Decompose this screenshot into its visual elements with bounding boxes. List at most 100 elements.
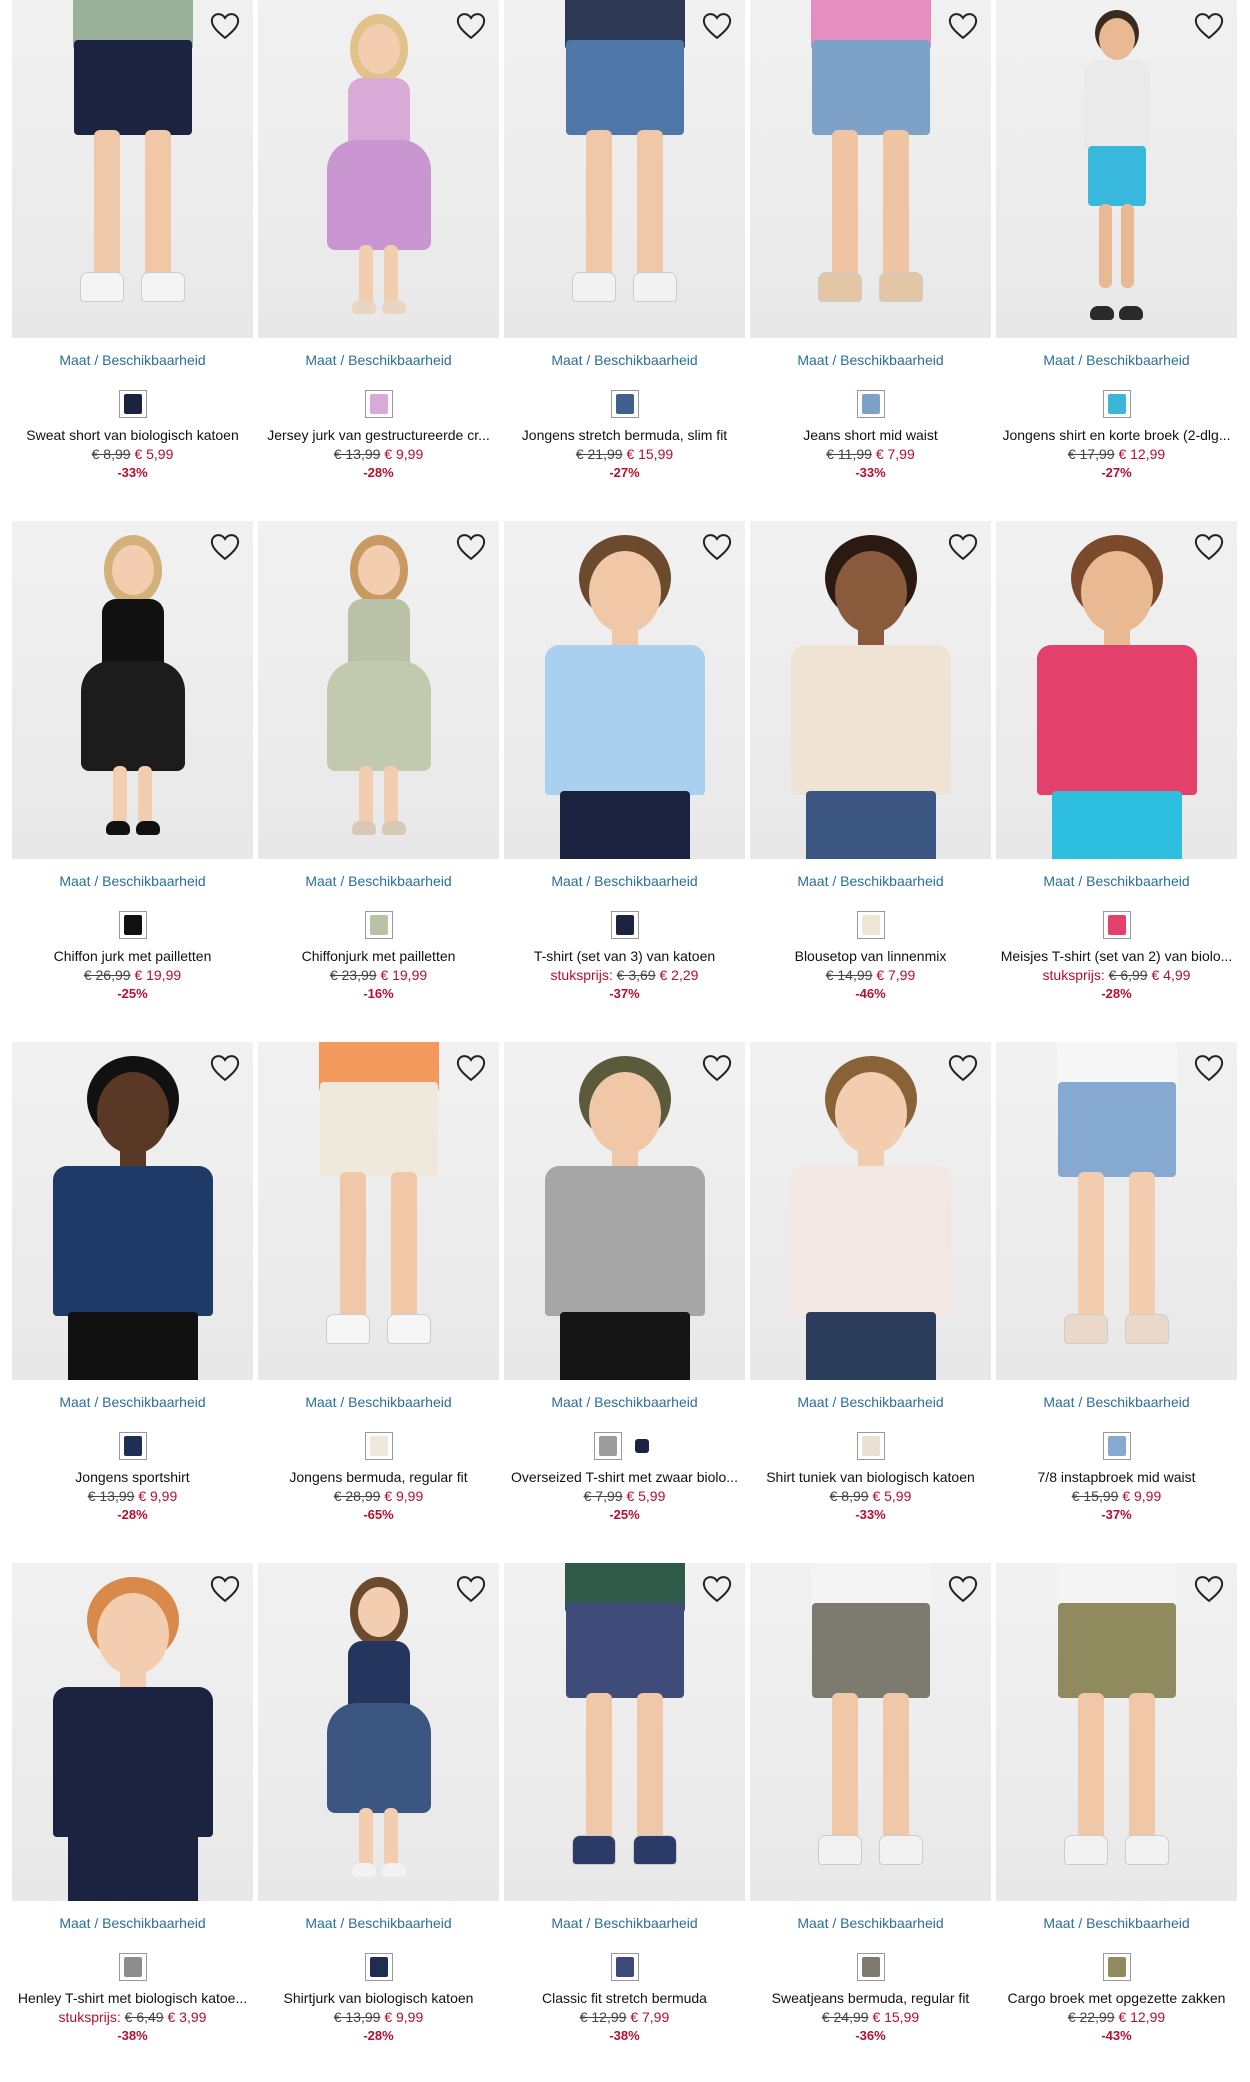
color-swatch[interactable] xyxy=(118,1432,147,1460)
product-title[interactable]: Chiffon jurk met pailletten xyxy=(12,948,253,964)
product-image[interactable] xyxy=(258,1563,499,1901)
color-swatch[interactable] xyxy=(610,911,639,939)
product-image[interactable] xyxy=(258,0,499,338)
color-swatch[interactable] xyxy=(627,1432,656,1460)
size-availability-link[interactable]: Maat / Beschikbaarheid xyxy=(750,873,991,891)
color-swatch[interactable] xyxy=(1102,390,1131,418)
wishlist-heart-icon[interactable] xyxy=(455,10,487,42)
product-card-11[interactable]: Maat / Beschikbaarheid Jongens sportshir… xyxy=(12,1042,253,1563)
color-swatch[interactable] xyxy=(118,1953,147,1981)
product-card-4[interactable]: Maat / Beschikbaarheid Jeans short mid w… xyxy=(750,0,991,521)
color-swatch[interactable] xyxy=(856,911,885,939)
wishlist-heart-icon[interactable] xyxy=(701,531,733,563)
product-card-10[interactable]: Maat / Beschikbaarheid Meisjes T-shirt (… xyxy=(996,521,1237,1042)
color-swatch[interactable] xyxy=(1102,911,1131,939)
product-image[interactable] xyxy=(258,521,499,859)
size-availability-link[interactable]: Maat / Beschikbaarheid xyxy=(504,1394,745,1412)
product-image[interactable] xyxy=(12,0,253,338)
size-availability-link[interactable]: Maat / Beschikbaarheid xyxy=(504,352,745,370)
product-image[interactable] xyxy=(258,1042,499,1380)
wishlist-heart-icon[interactable] xyxy=(1193,1573,1225,1605)
product-image[interactable] xyxy=(504,1042,745,1380)
product-title[interactable]: Shirtjurk van biologisch katoen xyxy=(258,1990,499,2006)
product-title[interactable]: Sweatjeans bermuda, regular fit xyxy=(750,1990,991,2006)
size-availability-link[interactable]: Maat / Beschikbaarheid xyxy=(996,1394,1237,1412)
wishlist-heart-icon[interactable] xyxy=(947,531,979,563)
product-image[interactable] xyxy=(504,521,745,859)
product-title[interactable]: Jeans short mid waist xyxy=(750,427,991,443)
product-card-16[interactable]: Maat / Beschikbaarheid Henley T-shirt me… xyxy=(12,1563,253,2082)
product-title[interactable]: Jongens shirt en korte broek (2-dlg... xyxy=(996,427,1237,443)
color-swatch[interactable] xyxy=(364,390,393,418)
product-title[interactable]: Henley T-shirt met biologisch katoe... xyxy=(12,1990,253,2006)
product-title[interactable]: T-shirt (set van 3) van katoen xyxy=(504,948,745,964)
product-title[interactable]: Sweat short van biologisch katoen xyxy=(12,427,253,443)
color-swatch[interactable] xyxy=(364,911,393,939)
product-card-15[interactable]: Maat / Beschikbaarheid 7/8 instapbroek m… xyxy=(996,1042,1237,1563)
wishlist-heart-icon[interactable] xyxy=(209,1052,241,1084)
product-title[interactable]: Meisjes T-shirt (set van 2) van biolo... xyxy=(996,948,1237,964)
product-image[interactable] xyxy=(750,0,991,338)
wishlist-heart-icon[interactable] xyxy=(947,1573,979,1605)
size-availability-link[interactable]: Maat / Beschikbaarheid xyxy=(12,873,253,891)
wishlist-heart-icon[interactable] xyxy=(455,1052,487,1084)
product-card-20[interactable]: Maat / Beschikbaarheid Cargo broek met o… xyxy=(996,1563,1237,2082)
color-swatch[interactable] xyxy=(593,1432,622,1460)
product-card-5[interactable]: Maat / Beschikbaarheid Jongens shirt en … xyxy=(996,0,1237,521)
size-availability-link[interactable]: Maat / Beschikbaarheid xyxy=(504,873,745,891)
product-title[interactable]: Jersey jurk van gestructureerde cr... xyxy=(258,427,499,443)
size-availability-link[interactable]: Maat / Beschikbaarheid xyxy=(750,1394,991,1412)
size-availability-link[interactable]: Maat / Beschikbaarheid xyxy=(996,352,1237,370)
wishlist-heart-icon[interactable] xyxy=(209,531,241,563)
color-swatch[interactable] xyxy=(118,390,147,418)
product-card-1[interactable]: Maat / Beschikbaarheid Sweat short van b… xyxy=(12,0,253,521)
wishlist-heart-icon[interactable] xyxy=(947,10,979,42)
wishlist-heart-icon[interactable] xyxy=(1193,10,1225,42)
color-swatch[interactable] xyxy=(364,1953,393,1981)
size-availability-link[interactable]: Maat / Beschikbaarheid xyxy=(258,873,499,891)
product-image[interactable] xyxy=(504,0,745,338)
product-image[interactable] xyxy=(996,0,1237,338)
color-swatch[interactable] xyxy=(856,390,885,418)
size-availability-link[interactable]: Maat / Beschikbaarheid xyxy=(996,873,1237,891)
product-card-6[interactable]: Maat / Beschikbaarheid Chiffon jurk met … xyxy=(12,521,253,1042)
size-availability-link[interactable]: Maat / Beschikbaarheid xyxy=(258,1394,499,1412)
product-image[interactable] xyxy=(12,1563,253,1901)
product-title[interactable]: Blousetop van linnenmix xyxy=(750,948,991,964)
wishlist-heart-icon[interactable] xyxy=(209,10,241,42)
color-swatch[interactable] xyxy=(610,390,639,418)
product-title[interactable]: Chiffonjurk met pailletten xyxy=(258,948,499,964)
product-title[interactable]: Classic fit stretch bermuda xyxy=(504,1990,745,2006)
size-availability-link[interactable]: Maat / Beschikbaarheid xyxy=(996,1915,1237,1933)
color-swatch[interactable] xyxy=(856,1432,885,1460)
product-title[interactable]: Shirt tuniek van biologisch katoen xyxy=(750,1469,991,1485)
product-image[interactable] xyxy=(504,1563,745,1901)
product-card-12[interactable]: Maat / Beschikbaarheid Jongens bermuda, … xyxy=(258,1042,499,1563)
color-swatch[interactable] xyxy=(118,911,147,939)
product-image[interactable] xyxy=(12,521,253,859)
product-card-19[interactable]: Maat / Beschikbaarheid Sweatjeans bermud… xyxy=(750,1563,991,2082)
product-card-8[interactable]: Maat / Beschikbaarheid T-shirt (set van … xyxy=(504,521,745,1042)
wishlist-heart-icon[interactable] xyxy=(701,1052,733,1084)
product-card-18[interactable]: Maat / Beschikbaarheid Classic fit stret… xyxy=(504,1563,745,2082)
product-card-17[interactable]: Maat / Beschikbaarheid Shirtjurk van bio… xyxy=(258,1563,499,2082)
product-image[interactable] xyxy=(750,521,991,859)
product-title[interactable]: Overseized T-shirt met zwaar biolo... xyxy=(504,1469,745,1485)
size-availability-link[interactable]: Maat / Beschikbaarheid xyxy=(750,352,991,370)
size-availability-link[interactable]: Maat / Beschikbaarheid xyxy=(504,1915,745,1933)
product-card-3[interactable]: Maat / Beschikbaarheid Jongens stretch b… xyxy=(504,0,745,521)
product-card-7[interactable]: Maat / Beschikbaarheid Chiffonjurk met p… xyxy=(258,521,499,1042)
wishlist-heart-icon[interactable] xyxy=(209,1573,241,1605)
color-swatch[interactable] xyxy=(856,1953,885,1981)
wishlist-heart-icon[interactable] xyxy=(1193,1052,1225,1084)
size-availability-link[interactable]: Maat / Beschikbaarheid xyxy=(12,1394,253,1412)
product-title[interactable]: Jongens bermuda, regular fit xyxy=(258,1469,499,1485)
product-card-14[interactable]: Maat / Beschikbaarheid Shirt tuniek van … xyxy=(750,1042,991,1563)
wishlist-heart-icon[interactable] xyxy=(701,10,733,42)
product-title[interactable]: Jongens sportshirt xyxy=(12,1469,253,1485)
size-availability-link[interactable]: Maat / Beschikbaarheid xyxy=(12,1915,253,1933)
size-availability-link[interactable]: Maat / Beschikbaarheid xyxy=(750,1915,991,1933)
product-card-13[interactable]: Maat / Beschikbaarheid Overseized T-shir… xyxy=(504,1042,745,1563)
color-swatch[interactable] xyxy=(1102,1432,1131,1460)
product-title[interactable]: Cargo broek met opgezette zakken xyxy=(996,1990,1237,2006)
